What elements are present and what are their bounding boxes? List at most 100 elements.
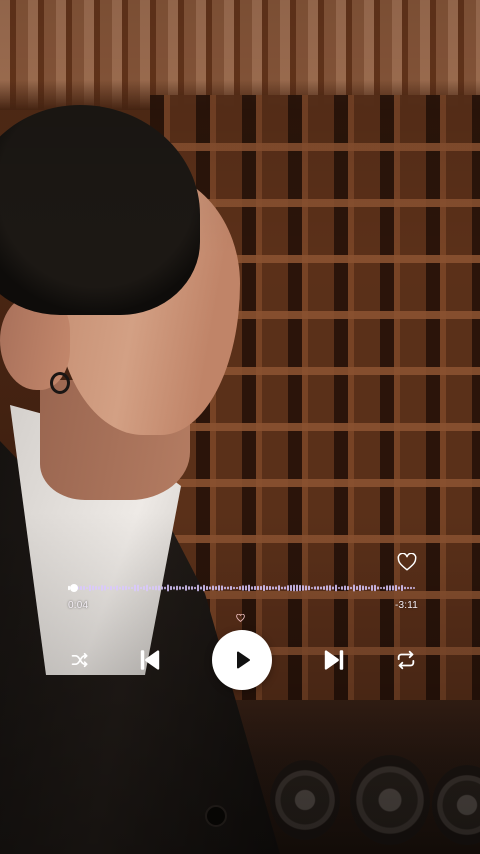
previous-button[interactable] — [136, 646, 164, 674]
waveform-bar — [332, 586, 334, 590]
waveform-bar — [185, 585, 187, 591]
shuffle-icon — [71, 652, 88, 668]
waveform-bar — [89, 584, 91, 592]
waveform-bar — [260, 585, 262, 591]
waveform-bar — [317, 586, 319, 590]
waveform-bar — [104, 585, 106, 591]
waveform-bar — [344, 585, 346, 591]
waveform-bar — [329, 585, 331, 591]
waveform-bar — [80, 585, 82, 591]
waveform-bar — [362, 585, 364, 591]
waveform-bar — [143, 585, 145, 591]
waveform-bar — [182, 586, 184, 590]
waveform-bar — [251, 586, 253, 590]
waveform-bar — [365, 585, 367, 591]
waveform-bar — [161, 586, 163, 590]
waveform-bar — [248, 584, 250, 592]
waveform-bar — [371, 585, 373, 591]
waveform-bar — [278, 585, 280, 591]
waveform-bar — [155, 585, 157, 591]
waveform-bar — [92, 585, 94, 591]
waveform-bar — [134, 584, 136, 592]
waveform-bar — [122, 585, 124, 591]
waveform-bar — [281, 586, 283, 590]
waveform-bar — [218, 585, 220, 591]
waveform-bar — [179, 586, 181, 590]
waveform-bar — [167, 584, 169, 592]
waveform-bar — [272, 586, 274, 590]
waveform-bar — [374, 584, 376, 592]
waveform-bar — [275, 586, 277, 590]
waveform-bar — [68, 585, 70, 591]
waveform-bar — [239, 585, 241, 591]
next-button[interactable] — [320, 646, 348, 674]
waveform-bar — [131, 586, 133, 590]
waveform-bar — [353, 584, 355, 592]
waveform-bar — [308, 585, 310, 591]
waveform-bar — [257, 585, 259, 591]
waveform-bar — [173, 586, 175, 590]
waveform-bar — [359, 584, 361, 592]
waveform-bar — [215, 585, 217, 591]
waveform-bar — [230, 585, 232, 591]
like-button[interactable] — [396, 552, 418, 572]
waveform-bar — [125, 585, 127, 591]
waveform-bar — [296, 584, 298, 592]
waveform-bar — [356, 585, 358, 591]
waveform-bar — [347, 585, 349, 591]
waveform-bar — [107, 586, 109, 590]
waveform-bar — [140, 586, 142, 590]
waveform-bar — [299, 584, 301, 592]
waveform-bar — [350, 586, 352, 590]
waveform-bar — [245, 585, 247, 591]
small-heart-icon — [236, 614, 245, 622]
seek-knob[interactable] — [70, 584, 78, 592]
waveform-bar — [389, 585, 391, 591]
waveform-bar — [395, 584, 397, 592]
waveform-bar — [341, 586, 343, 590]
waveform-bar — [338, 586, 340, 590]
shuffle-button[interactable] — [68, 648, 92, 672]
waveform-bar — [335, 584, 337, 592]
waveform-bar — [314, 586, 316, 590]
waveform-bar — [293, 584, 295, 592]
waveform-bar — [209, 586, 211, 590]
remaining-time: -3:11 — [394, 600, 418, 611]
waveform-bar — [194, 586, 196, 590]
waveform-bar — [197, 584, 199, 592]
waveform-bar — [254, 585, 256, 591]
waveform-bar — [203, 584, 205, 592]
play-button[interactable] — [212, 630, 272, 690]
waveform-bar — [119, 586, 121, 590]
waveform-bar — [380, 586, 382, 590]
waveform-bar — [149, 586, 151, 590]
waveform-bar — [113, 586, 115, 590]
waveform-bar — [176, 585, 178, 591]
repeat-button[interactable] — [394, 648, 418, 672]
waveform-bar — [377, 586, 379, 590]
waveform-bar — [320, 586, 322, 590]
waveform-bar — [410, 586, 412, 590]
waveform-bar — [368, 586, 370, 590]
waveform-bar — [152, 585, 154, 591]
waveform-bar — [323, 586, 325, 590]
music-player: 0:04 -3:11 — [0, 0, 480, 854]
waveform-bar — [95, 585, 97, 591]
waveform-bar — [158, 585, 160, 591]
waveform-bar — [290, 584, 292, 592]
waveform-bar — [128, 586, 130, 590]
waveform-bar — [266, 585, 268, 591]
waveform-seek-bar[interactable] — [68, 578, 418, 598]
skip-next-icon — [324, 650, 344, 670]
waveform-bar — [413, 586, 415, 590]
play-icon — [237, 651, 250, 669]
waveform-bar — [206, 585, 208, 591]
playback-controls — [60, 630, 430, 690]
waveform-bar — [227, 586, 229, 590]
waveform-bar — [146, 584, 148, 592]
waveform-bar — [383, 586, 385, 590]
waveform-bar — [233, 586, 235, 590]
waveform-bar — [302, 585, 304, 591]
waveform-bar — [401, 584, 403, 592]
waveform-bar — [311, 586, 313, 590]
